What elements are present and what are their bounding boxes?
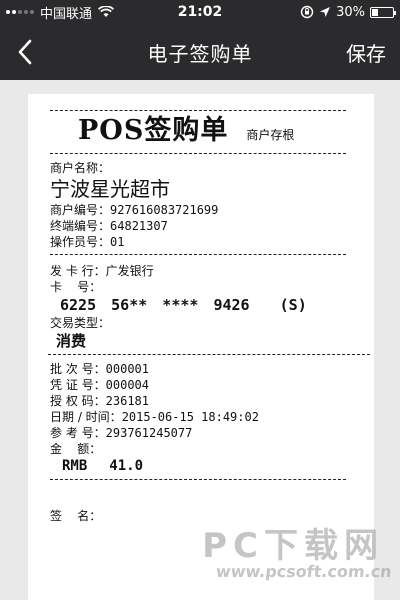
merchant-no-label: 商户编号： <box>50 203 111 217</box>
auth-label: 授 权 码： <box>50 394 106 408</box>
voucher-no: 000004 <box>105 378 149 392</box>
carrier-name: 中国联通 <box>40 6 93 22</box>
auth-code: 236181 <box>105 394 149 408</box>
ref-no: 293761245077 <box>105 426 193 440</box>
chevron-left-icon <box>18 39 32 65</box>
currency: RMB <box>62 458 88 474</box>
amount-label: 金 额： <box>50 442 102 456</box>
nav-bar: 电子签购单 保存 <box>0 24 400 80</box>
receipt-header: POS签购单 商户存根 <box>50 111 374 147</box>
status-bar: 中国联通 21:02 30% <box>0 0 400 24</box>
terminal-no: 64821307 <box>110 219 168 233</box>
datetime-label: 日期 / 时间： <box>50 410 122 424</box>
receipt-view[interactable]: POS签购单 商户存根 商户名称： 宁波星光超市 商户编号：9276160837… <box>0 80 400 600</box>
receipt-title: POS签购单 <box>78 115 229 146</box>
page-title: 电子签购单 <box>147 41 253 66</box>
batch-no: 000001 <box>105 362 149 376</box>
merchant-name: 宁波星光超市 <box>50 177 170 201</box>
txn-type: 消费 <box>56 332 87 350</box>
terminal-no-label: 终端编号： <box>50 219 111 233</box>
datetime: 2015-06-15 18:49:02 <box>121 410 259 424</box>
voucher-label: 凭 证 号： <box>50 378 106 392</box>
signature-label: 签 名： <box>50 509 102 523</box>
back-button[interactable] <box>10 36 40 68</box>
save-button[interactable]: 保存 <box>346 38 386 67</box>
amount-line: RMB 41.0 <box>50 457 374 475</box>
rotation-lock-icon <box>300 5 314 19</box>
batch-label: 批 次 号： <box>50 362 106 376</box>
card-label: 卡 号： <box>50 280 102 294</box>
wifi-icon <box>98 6 115 17</box>
issuer-bank: 广发银行 <box>105 264 154 278</box>
receipt-copy-label: 商户存根 <box>246 128 295 142</box>
signal-strength-icon <box>6 10 34 14</box>
operator-label: 操作员号： <box>50 235 111 249</box>
card-number: 6225 56** **** 9426 (S) <box>60 296 307 314</box>
txn-type-label: 交易类型： <box>50 316 111 330</box>
location-arrow-icon <box>320 7 331 17</box>
receipt-slip: POS签购单 商户存根 商户名称： 宁波星光超市 商户编号：9276160837… <box>28 94 374 600</box>
ref-label: 参 考 号： <box>50 426 106 440</box>
amount-value: 41.0 <box>109 458 144 474</box>
issuer-label: 发 卡 行： <box>50 264 106 278</box>
merchant-no: 927616083721699 <box>110 203 219 217</box>
battery-icon <box>370 6 396 18</box>
operator-no: 01 <box>110 235 125 249</box>
merchant-name-label: 商户名称： <box>50 161 111 175</box>
battery-percent: 30% <box>336 4 365 20</box>
